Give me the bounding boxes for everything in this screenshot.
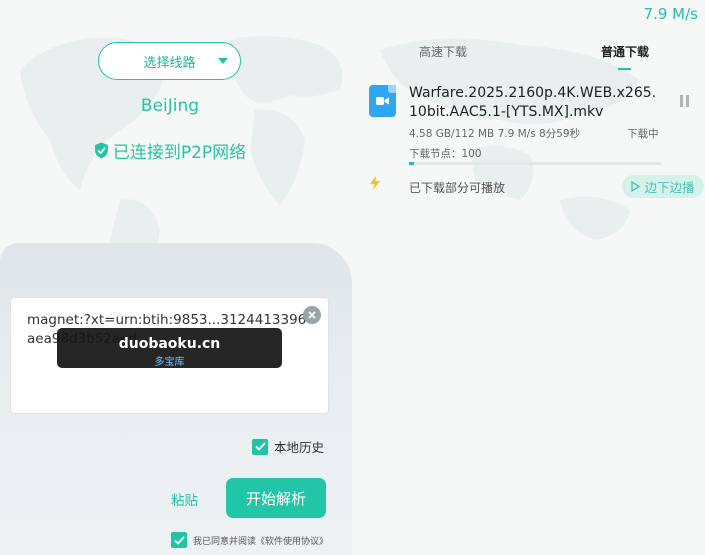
play-while-downloading-label: 边下边播 xyxy=(644,180,695,195)
route-select-button[interactable]: 选择线路 xyxy=(98,42,241,80)
local-history-label: 本地历史 xyxy=(274,440,325,455)
pause-button[interactable] xyxy=(680,95,692,107)
check-icon xyxy=(254,442,266,451)
pause-bar-right xyxy=(686,95,689,107)
start-parse-button[interactable]: 开始解析 xyxy=(226,478,326,518)
play-while-downloading-button[interactable]: 边下边播 xyxy=(622,175,704,198)
download-file-name[interactable]: Warfare.2025.2160p.4K.WEB.x265.10bit.AAC… xyxy=(409,84,664,122)
play-icon xyxy=(631,181,641,192)
active-tab-indicator xyxy=(618,68,631,70)
camera-icon xyxy=(376,97,389,105)
download-status: 下载中 xyxy=(627,128,659,140)
download-meta: 4.58 GB/112 MB 7.9 M/s 8分59秒 xyxy=(409,128,581,140)
agreement-label: 我已同意并阅读《软件使用协议》 xyxy=(193,536,329,547)
shield-check-icon xyxy=(94,142,108,159)
agreement-toggle[interactable]: 我已同意并阅读《软件使用协议》 xyxy=(171,532,328,548)
download-progress-fill xyxy=(409,162,415,165)
download-progress-bar xyxy=(409,162,661,165)
agreement-checkbox[interactable] xyxy=(171,532,187,548)
watermark-domain: duobaoku.cn xyxy=(118,336,221,352)
close-icon xyxy=(308,311,316,319)
lightning-icon xyxy=(370,176,380,190)
download-nodes: 下载节点：100 xyxy=(409,148,482,160)
partial-playable-text: 已下载部分可播放 xyxy=(409,181,506,195)
local-history-toggle[interactable]: 本地历史 xyxy=(252,437,324,456)
tab-fast-download[interactable]: 高速下载 xyxy=(419,43,467,60)
server-city: BeiJing xyxy=(140,96,200,116)
paste-button[interactable]: 粘贴 xyxy=(171,489,198,509)
tab-normal-download[interactable]: 普通下载 xyxy=(601,43,649,60)
watermark-overlay: duobaoku.cn 多宝库 xyxy=(57,328,282,368)
watermark-name: 多宝库 xyxy=(154,357,185,368)
clear-input-button[interactable] xyxy=(303,306,321,324)
connection-status-text: 已连接到P2P网络 xyxy=(112,143,247,163)
check-icon xyxy=(173,535,185,545)
route-select-label: 选择线路 xyxy=(143,55,196,71)
total-speed: 7.9 M/s xyxy=(643,5,698,23)
video-file-icon xyxy=(369,85,396,117)
local-history-checkbox[interactable] xyxy=(252,438,268,455)
connection-status: 已连接到P2P网络 xyxy=(0,138,340,163)
pause-bar-left xyxy=(680,95,683,107)
caret-down-icon xyxy=(218,58,228,64)
